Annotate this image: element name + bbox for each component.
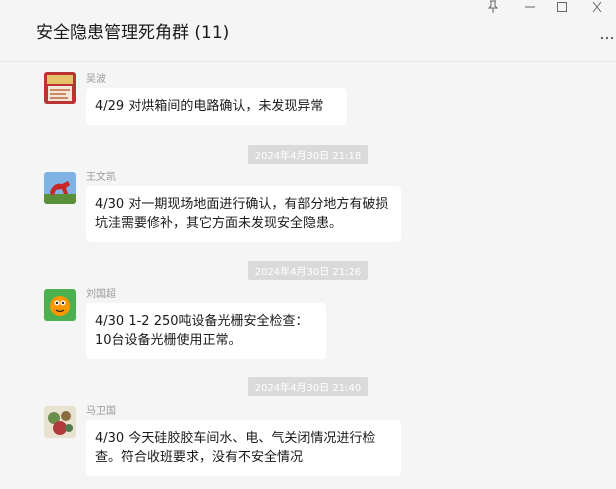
message-bubble[interactable]: 4/29 对烘箱间的电路确认，未发现异常	[86, 88, 347, 125]
message-bubble[interactable]: 4/30 今天硅胶胶车间水、电、气关闭情况进行检查。符合收班要求，没有不安全情况	[86, 420, 401, 476]
timestamp-label: 2024年4月30日 21:40	[247, 377, 369, 396]
close-icon[interactable]	[582, 0, 612, 18]
timestamp-label: 2024年4月30日 21:18	[247, 145, 369, 164]
sender-name: 刘国超	[86, 289, 116, 300]
pin-icon[interactable]	[478, 0, 508, 18]
message-bubble[interactable]: 4/30 对一期现场地面进行确认，有部分地方有破损坑洼需要修补，其它方面未发现安…	[86, 186, 401, 242]
avatar[interactable]	[44, 289, 76, 321]
message-bubble[interactable]: 4/30 1-2 250吨设备光栅安全检查：10台设备光栅使用正常。	[86, 303, 326, 359]
timestamp: 2024年4月30日 21:40	[0, 376, 616, 396]
minimize-icon[interactable]	[515, 0, 545, 18]
timestamp-label: 2024年4月30日 21:26	[247, 261, 369, 280]
chat-window: 安全隐患管理死角群 (11) 吴波 4/29 对烘箱间的电路确认，未发现异常 2…	[0, 0, 616, 489]
chat-title: 安全隐患管理死角群 (11)	[36, 23, 230, 43]
avatar[interactable]	[44, 406, 76, 438]
sender-name: 王文凯	[86, 172, 116, 183]
maximize-icon[interactable]	[547, 0, 577, 18]
avatar[interactable]	[44, 172, 76, 204]
sender-name: 马卫国	[86, 406, 116, 417]
sender-name: 吴波	[86, 74, 106, 85]
title-bar: 安全隐患管理死角群 (11)	[0, 0, 616, 62]
timestamp: 2024年4月30日 21:18	[0, 144, 616, 164]
avatar[interactable]	[44, 72, 76, 104]
message-list[interactable]: 吴波 4/29 对烘箱间的电路确认，未发现异常 2024年4月30日 21:18…	[0, 62, 616, 489]
timestamp: 2024年4月30日 21:26	[0, 260, 616, 280]
more-icon[interactable]	[600, 26, 614, 45]
